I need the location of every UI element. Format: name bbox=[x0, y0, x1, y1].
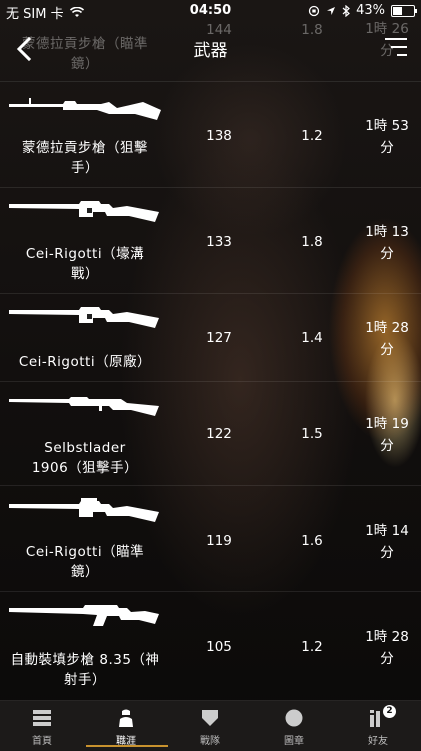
tab-friends[interactable]: 2 好友 bbox=[336, 701, 420, 751]
tab-emblems[interactable]: 圖章 bbox=[252, 701, 336, 751]
kpm-value: 1.6 bbox=[301, 533, 323, 549]
weapon-name: 自動裝填步槍 8.35（神 射手） bbox=[6, 650, 164, 690]
filter-lines-icon[interactable] bbox=[381, 36, 407, 60]
kills-value: 127 bbox=[206, 330, 232, 346]
weapon-name-line1: Cei-Rigotti（原廠） bbox=[18, 354, 152, 370]
tab-label: 圖章 bbox=[284, 736, 304, 747]
weapon-name: Selbstlader 1906（狙擊手） bbox=[6, 438, 164, 478]
notification-badge: 2 bbox=[383, 705, 396, 718]
rifle-icon bbox=[9, 307, 159, 328]
rifle-icon bbox=[9, 605, 159, 626]
tab-bar: 首頁 職涯 戰隊 圖章 2 好友 bbox=[0, 700, 421, 751]
rifle-icon bbox=[9, 201, 159, 222]
bluetooth-icon bbox=[342, 4, 351, 17]
weapon-name: 蒙德拉貢步槍（狙擊 手） bbox=[6, 138, 164, 178]
kpm-value: 1.5 bbox=[301, 426, 323, 442]
kpm-value: 1.8 bbox=[301, 234, 323, 250]
weapon-name-line2: 1906（狙擊手） bbox=[31, 460, 139, 476]
time-line1: 1時 53 bbox=[365, 118, 409, 134]
time-line1: 1時 28 bbox=[365, 320, 409, 336]
active-tab-indicator bbox=[86, 745, 168, 747]
weapon-name: Cei-Rigotti（壕溝 戰） bbox=[6, 244, 164, 284]
kills-value: 133 bbox=[206, 234, 232, 250]
tab-home[interactable]: 首頁 bbox=[0, 701, 84, 751]
battery-icon bbox=[391, 4, 417, 17]
battery-percent: 43% bbox=[356, 3, 385, 18]
rifle-icon bbox=[9, 98, 161, 120]
time-line1: 1時 19 bbox=[365, 416, 409, 432]
kpm-value: 1.2 bbox=[301, 128, 323, 144]
weapon-name-line1: 自動裝填步槍 8.35（神 bbox=[10, 652, 160, 668]
weapon-name-line1: 蒙德拉貢步槍（狙擊 bbox=[22, 140, 148, 156]
orientation-lock-icon bbox=[308, 5, 320, 16]
weapon-name-line2: 鏡） bbox=[71, 564, 99, 580]
tab-label: 戰隊 bbox=[200, 736, 220, 747]
home-list-icon bbox=[33, 710, 51, 726]
kpm-value: 1.2 bbox=[301, 639, 323, 655]
location-icon bbox=[327, 6, 336, 15]
time-line2: 分 bbox=[380, 438, 394, 454]
page-title: 武器 bbox=[193, 41, 228, 61]
kills-value: 119 bbox=[206, 533, 232, 549]
time-played: 1時 53 分 bbox=[358, 115, 416, 159]
weapon-name: Cei-Rigotti（瞄準 鏡） bbox=[6, 542, 164, 582]
time-played: 1時 19 分 bbox=[358, 413, 416, 457]
status-bar: 无 SIM 卡 04:50 43% bbox=[0, 0, 421, 22]
kills-value: 138 bbox=[206, 128, 232, 144]
time-played: 1時 28 分 bbox=[358, 626, 416, 670]
weapon-name-line2: 射手） bbox=[64, 672, 106, 688]
time-line2: 分 bbox=[380, 545, 394, 561]
weapon-name: Cei-Rigotti（原廠） bbox=[6, 352, 164, 372]
time-line2: 分 bbox=[380, 246, 394, 262]
rifle-icon bbox=[9, 397, 159, 416]
emblem-circle-icon bbox=[285, 709, 303, 727]
tab-career[interactable]: 職涯 bbox=[84, 701, 168, 751]
kills-value: 105 bbox=[206, 639, 232, 655]
weapon-name-line1: Cei-Rigotti（壕溝 bbox=[25, 246, 145, 262]
weapon-row[interactable]: 自動裝填步槍 8.35（神 射手） 105 1.2 1時 28 分 bbox=[0, 592, 421, 698]
weapon-row[interactable]: Cei-Rigotti（壕溝 戰） 133 1.8 1時 13 分 bbox=[0, 188, 421, 294]
weapon-name-line2: 戰） bbox=[71, 266, 99, 282]
time-played: 1時 14 分 bbox=[358, 520, 416, 564]
time-line2: 分 bbox=[380, 342, 394, 358]
time-line1: 1時 13 bbox=[365, 224, 409, 240]
time-line2: 分 bbox=[380, 140, 394, 156]
time-line1: 1時 28 bbox=[365, 629, 409, 645]
weapon-name-line2: 手） bbox=[71, 160, 99, 176]
time-played: 1時 28 分 bbox=[358, 317, 416, 361]
rifle-icon bbox=[9, 498, 159, 522]
battery-fill bbox=[393, 6, 402, 15]
tab-platoon[interactable]: 戰隊 bbox=[168, 701, 252, 751]
navigation-bar: 武器 bbox=[0, 22, 421, 78]
kpm-value: 1.4 bbox=[301, 330, 323, 346]
time-line1: 1時 14 bbox=[365, 523, 409, 539]
weapon-row[interactable]: Cei-Rigotti（瞄準 鏡） 119 1.6 1時 14 分 bbox=[0, 486, 421, 592]
weapon-name-line1: Selbstlader bbox=[44, 440, 126, 456]
weapon-row[interactable]: 蒙德拉貢步槍（狙擊 手） 138 1.2 1時 53 分 bbox=[0, 82, 421, 188]
time-played: 1時 13 分 bbox=[358, 221, 416, 265]
soldier-icon bbox=[119, 709, 133, 727]
weapon-name-line1: Cei-Rigotti（瞄準 bbox=[25, 544, 145, 560]
shield-icon bbox=[202, 710, 218, 726]
time-line2: 分 bbox=[380, 651, 394, 667]
tab-label: 首頁 bbox=[32, 736, 52, 747]
weapon-row[interactable]: Selbstlader 1906（狙擊手） 122 1.5 1時 19 分 bbox=[0, 382, 421, 486]
weapon-row[interactable]: Cei-Rigotti（原廠） 127 1.4 1時 28 分 bbox=[0, 294, 421, 382]
kills-value: 122 bbox=[206, 426, 232, 442]
tab-label: 好友 bbox=[368, 736, 388, 747]
